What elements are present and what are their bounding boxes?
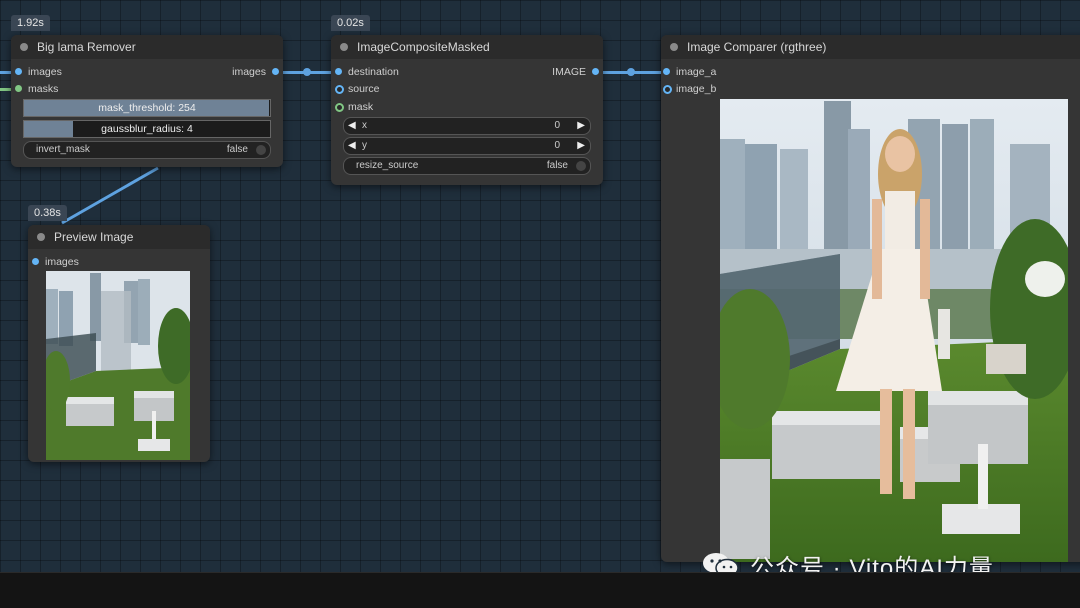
wire-midpoint[interactable] [303,68,311,76]
node-preview-image[interactable]: Preview Image images [28,225,210,462]
slot-dot-icon[interactable] [272,68,279,75]
collapse-dot-icon[interactable] [670,43,678,51]
slot-label: mask [348,101,374,113]
slot-label: image_a [676,66,717,78]
toggle-value: false [546,160,568,171]
watermark-text: 公众号 · Vito的AI力量 [750,555,994,572]
node-image-comparer[interactable]: Image Comparer (rgthree) image_a image_b [661,35,1080,562]
output-slot-images[interactable]: images [232,65,279,79]
number-label: x [362,120,367,131]
slot-label: image_b [676,83,717,95]
collapse-dot-icon[interactable] [340,43,348,51]
number-input-x[interactable]: ◀ x 0 ▶ [343,117,591,135]
node-image-composite-masked[interactable]: ImageCompositeMasked destination source … [331,35,603,185]
toggle-invert-mask[interactable]: invert_mask false [23,141,271,159]
right-arrow-icon[interactable]: ▶ [577,138,585,154]
slot-label: destination [348,66,399,78]
slot-dot-icon[interactable] [663,85,672,94]
node-title: Big lama Remover [37,40,136,54]
slot-dot-icon[interactable] [335,103,344,112]
left-arrow-icon[interactable]: ◀ [348,138,356,154]
slot-dot-icon[interactable] [15,85,22,92]
output-slot-image[interactable]: IMAGE [552,65,599,79]
input-slot-image-a[interactable]: image_a [663,65,716,79]
input-slot-images[interactable]: images [15,65,62,79]
number-label: y [362,140,367,151]
input-slot-destination[interactable]: destination [335,65,399,79]
wechat-icon [703,553,739,572]
preview-photo-illustration [46,271,190,460]
input-slot-images[interactable]: images [32,255,79,269]
execution-time-badge: 0.02s [331,15,370,31]
node-canvas[interactable]: 1.92s Big lama Remover images masks imag… [0,0,1080,572]
execution-time-badge: 1.92s [11,15,50,31]
slot-label: masks [28,83,59,95]
slot-label: images [45,256,79,268]
toggle-label: resize_source [356,160,419,171]
slider-gaussblur-radius[interactable]: gaussblur_radius: 4 [23,120,271,138]
input-slot-masks[interactable]: masks [15,82,58,96]
slot-dot-icon[interactable] [15,68,22,75]
node-title-bar[interactable]: ImageCompositeMasked [331,35,603,59]
slot-label: source [348,83,380,95]
slot-label: IMAGE [552,66,586,78]
collapse-dot-icon[interactable] [37,233,45,241]
slider-label: gaussblur_radius: 4 [101,123,193,135]
input-slot-source[interactable]: source [335,82,380,96]
collapse-dot-icon[interactable] [20,43,28,51]
node-title-bar[interactable]: Image Comparer (rgthree) [661,35,1080,59]
slider-label: mask_threshold: 254 [98,102,196,114]
node-title-bar[interactable]: Big lama Remover [11,35,283,59]
slider-mask-threshold[interactable]: mask_threshold: 254 [23,99,271,117]
preview-image[interactable] [46,271,190,460]
input-slot-image-b[interactable]: image_b [663,82,716,96]
node-title-bar[interactable]: Preview Image [28,225,210,249]
slot-dot-icon[interactable] [335,68,342,75]
number-input-y[interactable]: ◀ y 0 ▶ [343,137,591,155]
slider-fill [24,121,74,137]
slot-label: images [232,66,266,78]
bottom-bar [0,572,1080,608]
comparison-image[interactable] [720,99,1068,562]
number-value: 0 [554,120,560,131]
wire-midpoint[interactable] [627,68,635,76]
slot-dot-icon[interactable] [663,68,670,75]
number-value: 0 [554,140,560,151]
right-arrow-icon[interactable]: ▶ [577,118,585,134]
slot-dot-icon[interactable] [592,68,599,75]
toggle-label: invert_mask [36,144,90,155]
node-title: Preview Image [54,230,134,244]
execution-time-badge: 0.38s [28,205,67,221]
slot-label: images [28,66,62,78]
node-big-lama-remover[interactable]: Big lama Remover images masks images mas… [11,35,283,167]
toggle-knob-icon[interactable] [256,145,266,155]
toggle-knob-icon[interactable] [576,161,586,171]
slot-dot-icon[interactable] [335,85,344,94]
input-slot-mask[interactable]: mask [335,100,373,114]
slot-dot-icon[interactable] [32,258,39,265]
left-arrow-icon[interactable]: ◀ [348,118,356,134]
rooftop-photo-illustration [720,99,1068,562]
node-title: Image Comparer (rgthree) [687,40,827,54]
toggle-resize-source[interactable]: resize_source false [343,157,591,175]
node-title: ImageCompositeMasked [357,40,490,54]
toggle-value: false [226,144,248,155]
